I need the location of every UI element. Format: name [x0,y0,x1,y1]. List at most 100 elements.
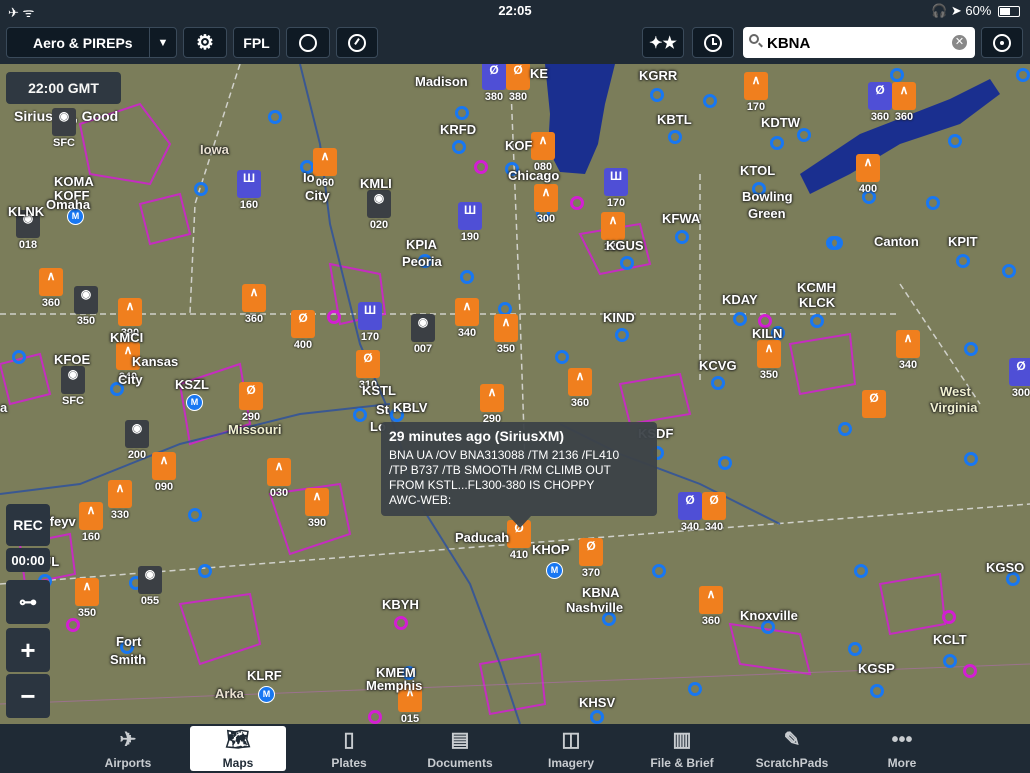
route-button[interactable] [286,27,330,58]
pirep-marker[interactable]: ◉ 007 [411,314,435,355]
airport-marker[interactable] [718,456,732,470]
pirep-marker[interactable]: ∧ 170 [744,72,768,113]
pirep-marker[interactable]: ∧ 390 [118,298,142,339]
recents-button[interactable] [692,27,734,58]
pirep-marker[interactable]: ∧ 080 [531,132,555,173]
airport-marker[interactable] [188,508,202,522]
fpl-button[interactable]: FPL [233,27,280,58]
airport-marker-magenta[interactable] [942,610,956,624]
pirep-popup[interactable]: 29 minutes ago (SiriusXM) BNA UA /OV BNA… [381,422,657,528]
airport-marker[interactable] [1002,264,1016,278]
airport-marker[interactable] [455,106,469,120]
search-input[interactable] [765,31,949,55]
tab-more[interactable]: ••• More [854,726,950,771]
pirep-marker[interactable]: ∧ 330 [108,480,132,521]
pirep-marker[interactable]: Ш 190 [458,202,482,243]
airport-marker[interactable] [797,128,811,142]
airport-marker[interactable] [675,230,689,244]
tab-maps[interactable]: 🗺 Maps [190,726,286,771]
route-tool-button[interactable]: ⊶ [6,580,50,624]
airport-marker[interactable] [733,312,747,326]
layer-select[interactable]: Aero & PIREPs ▼ [6,27,177,58]
pirep-marker[interactable]: Ø 360 [868,82,892,123]
pirep-marker[interactable]: Ш 170 [604,168,628,209]
airport-marker[interactable] [838,422,852,436]
tab-plates[interactable]: ▯ Plates [301,726,397,771]
pirep-marker[interactable]: ∧ 340 [455,298,479,339]
tab-documents[interactable]: ▤ Documents [412,726,508,771]
airport-marker[interactable] [688,682,702,696]
tab-scratchpads[interactable]: ✎ ScratchPads [744,726,840,771]
instruments-button[interactable] [336,27,378,58]
pirep-marker[interactable]: ∧ 360 [568,368,592,409]
airport-marker[interactable] [615,328,629,342]
pirep-marker[interactable]: Ø 310 [356,350,380,391]
airport-marker[interactable] [848,642,862,656]
airport-marker[interactable] [890,68,904,82]
airport-marker[interactable] [948,134,962,148]
pirep-marker[interactable]: ∧ 350 [75,578,99,619]
pirep-marker[interactable]: ◉ 200 [125,420,149,461]
airport-marker[interactable] [353,408,367,422]
airport-marker[interactable] [964,342,978,356]
airport-marker[interactable] [668,130,682,144]
airport-marker[interactable] [650,88,664,102]
search-box[interactable]: ✕ [743,27,975,58]
pirep-marker[interactable]: ◉ 350 [74,286,98,327]
airport-marker[interactable] [268,110,282,124]
gmt-time-badge[interactable]: 22:00 GMT [6,72,121,104]
airport-marker-magenta[interactable] [474,160,488,174]
airport-marker-magenta[interactable] [570,196,584,210]
airport-marker-magenta[interactable] [66,618,80,632]
airport-marker[interactable] [1016,68,1030,82]
pirep-marker[interactable]: Ø 400 [291,310,315,351]
settings-button[interactable]: ⚙ [183,27,227,58]
pirep-marker[interactable]: ∧ 300 [534,184,558,225]
airport-marker[interactable] [711,376,725,390]
tab-imagery[interactable]: ◫ Imagery [523,726,619,771]
airport-marker[interactable] [964,452,978,466]
pirep-marker[interactable]: Ø 290 [239,382,263,423]
pirep-marker[interactable]: ∧ 360 [699,586,723,627]
pirep-marker[interactable]: Ø 370 [579,538,603,579]
airport-marker[interactable] [943,654,957,668]
tab-file-brief[interactable]: ▥ File & Brief [634,726,730,771]
locate-button[interactable] [981,27,1023,58]
pirep-marker[interactable]: ◉ 020 [367,190,391,231]
rec-button[interactable]: REC [6,504,50,546]
clear-icon[interactable]: ✕ [952,35,967,50]
airport-marker[interactable] [590,710,604,724]
pirep-marker[interactable]: Ø 300 [1009,358,1030,399]
airport-marker[interactable] [452,140,466,154]
pirep-marker[interactable]: ∧ 290 [480,384,504,425]
airport-marker[interactable] [12,350,26,364]
pirep-marker[interactable]: ◉ 055 [138,566,162,607]
airport-marker[interactable] [826,236,840,250]
airport-marker[interactable] [926,196,940,210]
zoom-in-button[interactable]: + [6,628,50,672]
pirep-marker[interactable]: ∧ 400 [856,154,880,195]
pirep-marker[interactable]: ∧ 060 [313,148,337,189]
pirep-marker[interactable]: ∧ 030 [267,458,291,499]
pirep-marker[interactable]: Ø [862,390,886,418]
pirep-marker[interactable]: Ø 340 [678,492,702,533]
pirep-marker[interactable]: ∧ 360 [39,268,63,309]
pirep-marker[interactable]: Ш 170 [358,302,382,343]
airport-marker[interactable] [555,350,569,364]
airport-marker-magenta[interactable] [368,710,382,724]
airport-marker[interactable] [870,684,884,698]
pirep-marker[interactable]: ∧ 160 [79,502,103,543]
pirep-marker[interactable]: ∧ 120 [601,212,625,253]
pirep-marker[interactable]: ∧ 350 [757,340,781,381]
pirep-marker[interactable]: ◉ SFC [61,366,85,407]
chevron-down-icon[interactable]: ▼ [149,28,176,57]
airport-marker-magenta[interactable] [327,310,341,324]
pirep-marker[interactable]: Ø 380 [482,64,506,103]
pirep-marker[interactable]: ∧ 390 [305,488,329,529]
pirep-marker[interactable]: ∧ 350 [494,314,518,355]
airport-marker[interactable] [854,564,868,578]
airport-marker[interactable] [703,94,717,108]
favorites-button[interactable]: ✦★ [642,27,684,58]
airport-marker-magenta[interactable] [394,616,408,630]
airport-marker[interactable] [198,564,212,578]
